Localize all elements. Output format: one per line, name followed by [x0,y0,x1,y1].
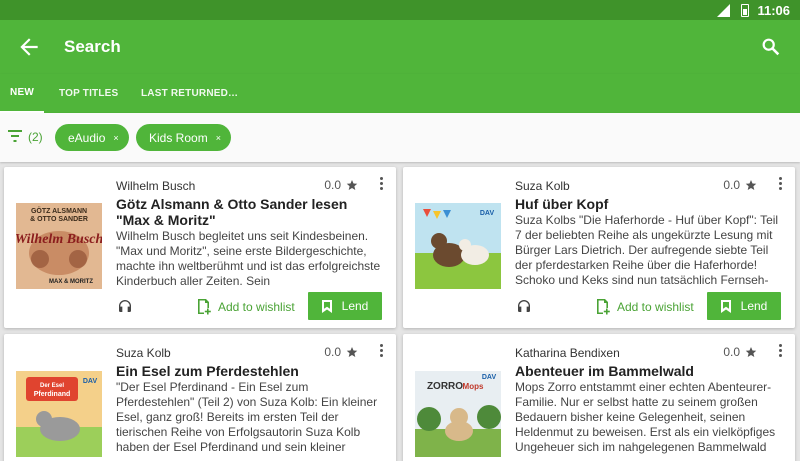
signal-icon [713,3,731,17]
battery-icon [741,3,750,17]
star-icon [745,347,757,357]
cover-text: & OTTO SANDER [30,216,88,223]
status-bar: 11:06 [0,0,800,20]
rating: 0.0 [723,178,757,192]
cover-text: Mops [463,382,484,391]
book-description: Suza Kolbs "Die Haferhorde - Huf über Ko… [515,213,779,289]
page-title: Search [64,37,121,56]
book-title[interactable]: Ein Esel zum Pferdestehlen [116,363,366,379]
filter-bar: (2) eAudio × Kids Room × [0,113,800,162]
star-icon [346,347,358,357]
filter-count[interactable]: (2) [28,130,43,144]
cover-text: GÖTZ ALSMANN [31,206,87,215]
title-card[interactable]: DAV Suza Kolb 0.0 Huf über Kopf Suza Kol… [403,167,795,328]
more-vert-icon[interactable] [777,177,783,193]
cover-text: Pferdinand [34,391,71,398]
cover-text: ZORRO [427,381,463,392]
book-title[interactable]: Abenteuer im Bammelwald [515,363,765,379]
rating-value: 0.0 [324,178,341,192]
lend-button[interactable]: Lend [308,292,382,320]
add-to-wishlist-button[interactable]: Add to wishlist [196,298,295,315]
cover-image[interactable]: GÖTZ ALSMANN & OTTO SANDER Wilhelm Busch… [16,203,102,289]
cover-text: Wilhelm Busch [16,232,102,247]
cover-image[interactable]: ZORRO Mops DAV [415,371,501,457]
book-description: Wilhelm Busch begleitet uns seit Kindesb… [116,229,381,288]
rating: 0.0 [723,345,757,359]
tab-top-titles[interactable]: TOP TITLES [59,74,118,113]
title-card[interactable]: ZORRO Mops DAV Katharina Bendixen 0.0 Ab… [403,334,795,461]
cover-text: Der Esel [40,383,64,389]
book-title[interactable]: Huf über Kopf [515,196,765,212]
app-bar: Search [0,20,800,74]
author: Suza Kolb [515,179,570,193]
book-description: "Der Esel Pferdinand - Ein Esel zum Pfer… [116,380,378,456]
cover-text: DAV [480,210,495,217]
rating-value: 0.0 [723,345,740,359]
tab-bar: NEW TOP TITLES LAST RETURNED… [0,74,800,113]
rating-value: 0.0 [723,178,740,192]
cover-text: DAV [482,374,497,381]
wishlist-label: Add to wishlist [218,299,295,314]
headset-icon [518,300,530,312]
rating: 0.0 [324,345,358,359]
wishlist-add-icon [597,299,610,315]
bookmark-icon [720,299,731,313]
filter-icon[interactable] [8,130,22,142]
filter-chip-kids-room[interactable]: Kids Room × [136,124,231,151]
book-description: Mops Zorro entstammt einer echten Abente… [515,380,776,456]
more-vert-icon[interactable] [777,344,783,360]
search-icon[interactable] [760,36,782,58]
cover-text: DAV [83,378,98,385]
cover-image[interactable]: Der Esel Pferdinand DAV [16,371,102,457]
author: Katharina Bendixen [515,346,620,360]
chip-label: Kids Room [149,130,208,145]
book-title[interactable]: Götz Alsmann & Otto Sander lesen "Max & … [116,196,366,228]
title-card[interactable]: GÖTZ ALSMANN & OTTO SANDER Wilhelm Busch… [4,167,396,328]
close-icon[interactable]: × [113,133,118,143]
lend-button[interactable]: Lend [707,292,781,320]
more-vert-icon[interactable] [378,344,384,360]
add-to-wishlist-button[interactable]: Add to wishlist [595,298,694,315]
lend-label: Lend [740,299,768,313]
tab-new[interactable]: NEW [0,74,44,113]
author: Wilhelm Busch [116,179,196,193]
rating-value: 0.0 [324,345,341,359]
status-time: 11:06 [757,2,790,18]
more-vert-icon[interactable] [378,177,384,193]
star-icon [346,180,358,190]
star-icon [745,180,757,190]
wishlist-add-icon [198,299,211,315]
close-icon[interactable]: × [216,133,221,143]
tab-last-returned[interactable]: LAST RETURNED… [141,74,238,113]
cover-text: MAX & MORITZ [49,279,93,285]
filter-chip-eaudio[interactable]: eAudio × [55,124,129,151]
headset-icon [119,300,131,312]
rating: 0.0 [324,178,358,192]
title-card[interactable]: Der Esel Pferdinand DAV Suza Kolb 0.0 Ei… [4,334,396,461]
chip-label: eAudio [68,130,106,145]
cover-image[interactable]: DAV [415,203,501,289]
wishlist-label: Add to wishlist [617,299,694,314]
author: Suza Kolb [116,346,171,360]
bookmark-icon [321,299,332,313]
lend-label: Lend [341,299,369,313]
back-arrow-icon[interactable] [16,34,42,60]
